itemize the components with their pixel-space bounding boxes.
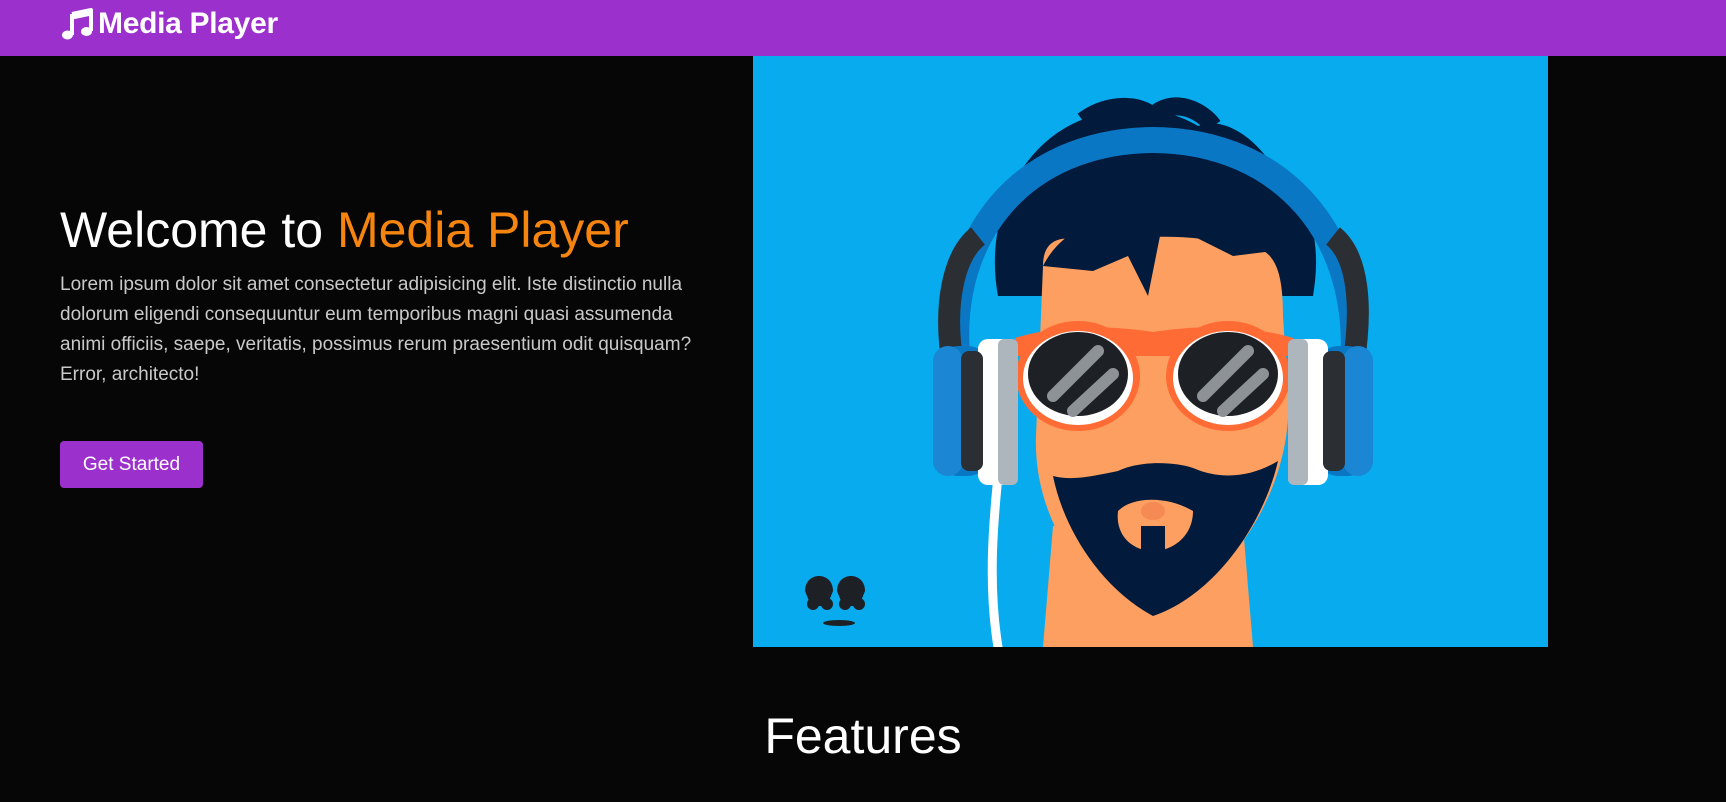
brand-name: Media Player [98,7,278,40]
hero-text-section: Welcome to Media Player Lorem ipsum dolo… [60,200,700,390]
music-note-icon [62,8,93,40]
brand-link[interactable]: Media Player [60,7,278,41]
hero-title-prefix: Welcome to [60,202,324,258]
features-heading: Features [764,708,962,764]
man-with-headphones-illustration [753,56,1548,647]
hero-illustration [753,56,1548,647]
hero-description: Lorem ipsum dolor sit amet consectetur a… [60,274,692,385]
hero-title: Welcome to Media Player [60,200,700,260]
hero-title-accent: Media Player [336,202,629,258]
navbar: Media Player [0,0,1726,56]
get-started-button[interactable]: Get Started [60,441,203,488]
